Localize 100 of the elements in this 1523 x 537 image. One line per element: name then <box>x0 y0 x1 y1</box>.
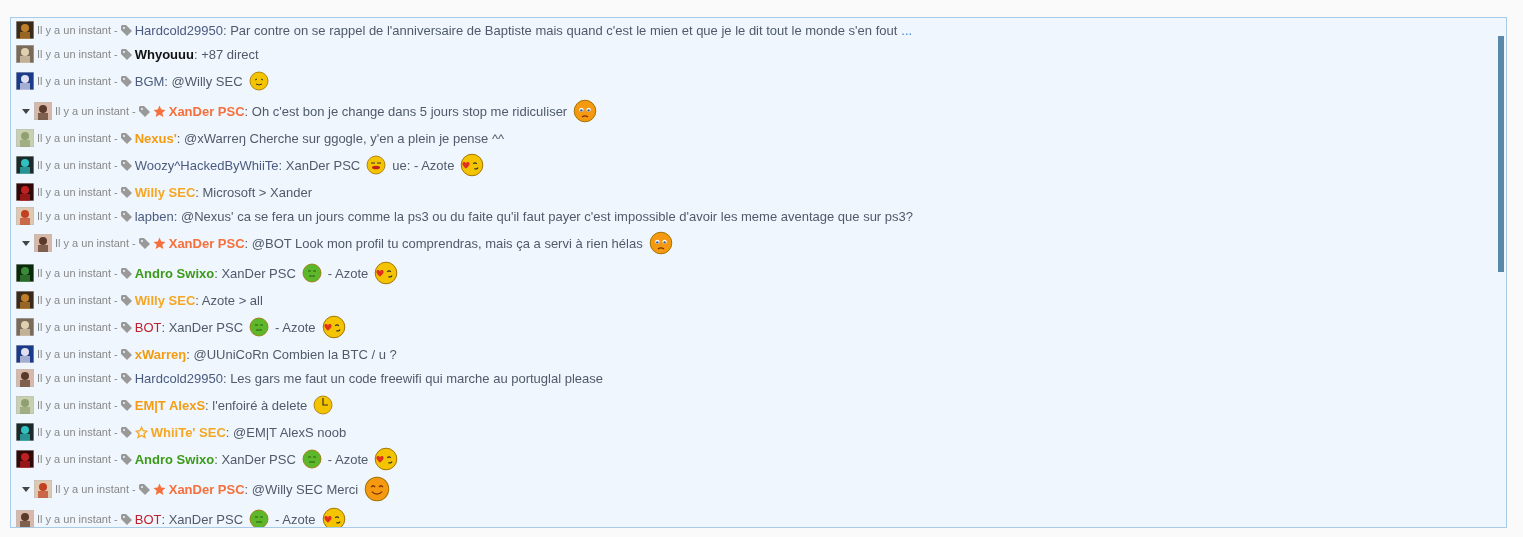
username-link[interactable]: XanDer PSC <box>168 235 245 251</box>
timestamp: Il y a un instant - <box>37 294 118 306</box>
avatar <box>16 72 34 90</box>
avatar <box>16 45 34 63</box>
caret-icon[interactable] <box>22 108 30 114</box>
tag-icon[interactable] <box>120 453 132 465</box>
username-link[interactable]: Hardcold29950 <box>134 370 223 386</box>
avatar <box>16 318 34 336</box>
timestamp: Il y a un instant - <box>37 348 118 360</box>
tag-icon[interactable] <box>138 483 150 495</box>
avatar <box>34 102 52 120</box>
message-text: : XanDer PSC <box>161 319 244 335</box>
tag-icon[interactable] <box>138 237 150 249</box>
message-text: - Azote <box>275 511 316 527</box>
message-text: : Oh c'est bon je change dans 5 jours stop me ridiculiser <box>244 103 568 119</box>
message-text: : Azote > all <box>195 292 263 308</box>
avatar <box>16 183 34 201</box>
message-text: : XanDer PSC <box>214 451 296 467</box>
username-link[interactable]: XanDer PSC <box>168 103 245 119</box>
avatar <box>16 291 34 309</box>
timestamp: Il y a un instant - <box>37 372 118 384</box>
smiling-face-icon <box>364 476 391 502</box>
timestamp: Il y a un instant - <box>37 210 118 222</box>
timestamp: Il y a un instant - <box>37 426 118 438</box>
tag-icon[interactable] <box>120 210 132 222</box>
username-link[interactable]: XanDer PSC <box>168 481 245 497</box>
timestamp: Il y a un instant - <box>55 483 136 495</box>
message-text: : @UUniCoRn Combien la BTC / u ? <box>186 346 397 362</box>
avatar <box>16 264 34 282</box>
smiley-with-heart-icon <box>321 507 346 527</box>
avatar <box>16 156 34 174</box>
message-text: : XanDer PSC <box>161 511 244 527</box>
avatar <box>16 423 34 441</box>
message-text: : Les gars me faut un code freewifi qui marche au portuglal please <box>222 370 603 386</box>
username-link[interactable]: WhiiTe' SEC <box>150 424 226 440</box>
avatar <box>34 480 52 498</box>
tag-icon[interactable] <box>120 426 132 438</box>
tag-icon[interactable] <box>120 132 132 144</box>
tag-icon[interactable] <box>120 75 132 87</box>
timestamp: Il y a un instant - <box>37 186 118 198</box>
timestamp: Il y a un instant - <box>37 513 118 525</box>
message-text: : XanDer PSC <box>278 157 361 173</box>
timestamp: Il y a un instant - <box>37 132 118 144</box>
username-link[interactable]: lapben <box>134 208 174 224</box>
caret-icon[interactable] <box>22 486 30 492</box>
avatar <box>16 129 34 147</box>
tag-icon[interactable] <box>120 513 132 525</box>
message-text: - Azote <box>327 265 369 281</box>
timestamp: Il y a un instant - <box>37 453 118 465</box>
sad-face-icon <box>573 99 598 123</box>
tag-icon[interactable] <box>120 159 132 171</box>
timestamp: Il y a un instant - <box>55 105 136 117</box>
sad-face-icon <box>648 231 673 255</box>
username-link[interactable]: Woozy^HackedByWhiiTe <box>134 157 279 173</box>
more-link[interactable]: ... <box>901 22 913 38</box>
neutral-face-icon <box>249 317 270 337</box>
tag-icon[interactable] <box>120 186 132 198</box>
avatar <box>34 234 52 252</box>
tag-icon[interactable] <box>120 399 132 411</box>
caret-icon[interactable] <box>22 240 30 246</box>
neutral-face-icon <box>249 509 270 527</box>
avatar <box>16 21 34 39</box>
wink-smiley-icon <box>248 71 269 91</box>
message-text: : @Nexus' ca se fera un jours comme la ps3 ou du faite qu'il faut payer c'est impossible d'avoir les meme aventage que sur ps3? <box>173 208 913 224</box>
message-text: : @BOT Look mon profil tu comprendras, mais ça a servi à rien hélas <box>244 235 643 251</box>
message-text: - Azote <box>327 451 369 467</box>
message-text: : +87 direct <box>193 46 259 62</box>
timestamp: Il y a un instant - <box>55 237 136 249</box>
neutral-face-icon <box>301 449 322 469</box>
timestamp: Il y a un instant - <box>37 399 118 411</box>
tag-icon[interactable] <box>120 348 132 360</box>
avatar <box>16 207 34 225</box>
username-link[interactable]: Nexus' <box>134 130 177 146</box>
message-text: : Microsoft > Xander <box>195 184 312 200</box>
message-text: : @Willy SEC <box>164 73 243 89</box>
tag-icon[interactable] <box>120 48 132 60</box>
avatar <box>16 369 34 387</box>
tag-icon[interactable] <box>138 105 150 117</box>
message-text: : @Willy SEC Merci <box>244 481 359 497</box>
timestamp: Il y a un instant - <box>37 159 118 171</box>
timestamp: Il y a un instant - <box>37 24 118 36</box>
tag-icon[interactable] <box>120 294 132 306</box>
tag-icon[interactable] <box>120 24 132 36</box>
neutral-face-icon <box>301 263 322 283</box>
avatar <box>16 510 34 527</box>
message-text: - Azote <box>275 319 316 335</box>
message-text: : l'enfoiré à delete <box>205 397 308 413</box>
username-link[interactable]: Whyouuu <box>134 46 194 62</box>
timestamp: Il y a un instant - <box>37 267 118 279</box>
message-text: : @xWarreŋ Cherche sur ggogle, y'en a plein je pense ^^ <box>176 130 505 146</box>
tag-icon[interactable] <box>120 267 132 279</box>
timestamp: Il y a un instant - <box>37 75 118 87</box>
tag-icon[interactable] <box>120 372 132 384</box>
message-text: : XanDer PSC <box>214 265 296 281</box>
avatar <box>16 450 34 468</box>
message-text: : @EM|T AlexS noob <box>225 424 347 440</box>
username-link[interactable]: Hardcold29950 <box>134 22 223 38</box>
scrollbar[interactable] <box>1498 36 1504 272</box>
tag-icon[interactable] <box>120 321 132 333</box>
message-text: : Par contre on se rappel de l'anniversaire de Baptiste mais quand c'est le mien et que je le dit tout le monde s'en fout <box>222 22 898 38</box>
